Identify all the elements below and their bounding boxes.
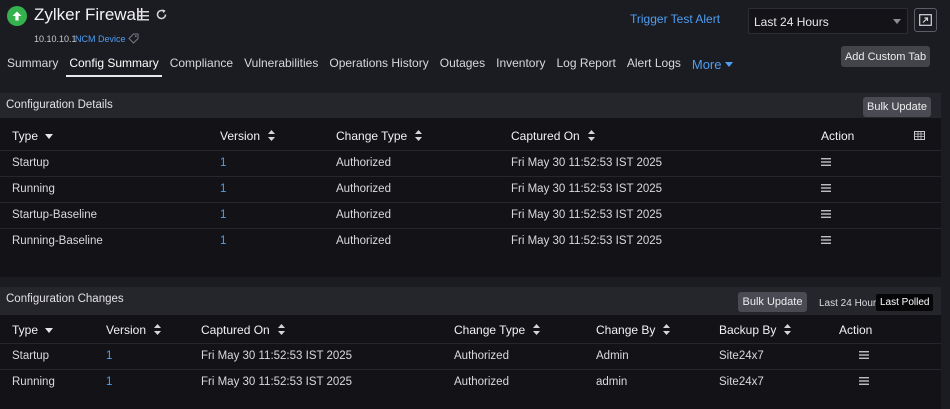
refresh-icon[interactable] — [155, 8, 168, 21]
tab-inventory[interactable]: Inventory — [489, 56, 545, 76]
col-captured-on[interactable]: Captured On — [511, 123, 821, 150]
tab-more[interactable]: More — [685, 56, 733, 76]
sort-icon — [784, 323, 792, 335]
open-external-button[interactable] — [914, 8, 937, 32]
col-version[interactable]: Version — [106, 317, 201, 343]
tab-alert-logs[interactable]: Alert Logs — [620, 56, 681, 76]
version-link[interactable]: 1 — [220, 227, 336, 254]
column-chooser[interactable] — [914, 123, 941, 150]
table-row: Running 1 Authorized Fri May 30 11:52:53… — [0, 175, 941, 202]
panel-title: Configuration Changes — [6, 293, 124, 305]
trigger-test-alert-link[interactable]: Trigger Test Alert — [630, 12, 720, 26]
sort-icon — [277, 323, 285, 335]
version-link[interactable]: 1 — [106, 368, 201, 395]
toggle-last-polled[interactable]: Last Polled — [876, 294, 934, 311]
tab-summary[interactable]: Summary — [0, 56, 58, 76]
more-label: More — [691, 57, 722, 72]
tag-icon[interactable] — [128, 33, 139, 44]
configuration-changes-table: Type Version Captured On Change Type Cha… — [0, 317, 941, 395]
configuration-details-table: Type Version Change Type Captured On Act… — [0, 123, 941, 254]
sort-icon — [268, 130, 276, 142]
toggle-last-24-hours[interactable]: Last 24 Hours — [815, 295, 885, 312]
col-change-by[interactable]: Change By — [596, 317, 719, 343]
sort-icon — [663, 323, 671, 335]
table-header-row: Type Version Change Type Captured On Act… — [0, 123, 941, 150]
tab-log-report[interactable]: Log Report — [549, 56, 615, 76]
version-link[interactable]: 1 — [220, 175, 336, 202]
time-range-value: Last 24 Hours — [754, 15, 829, 29]
col-change-type[interactable]: Change Type — [454, 317, 596, 343]
col-change-type[interactable]: Change Type — [336, 123, 511, 150]
external-window-icon — [919, 14, 932, 26]
sort-desc-icon — [45, 134, 54, 140]
row-actions-icon[interactable] — [821, 210, 831, 218]
add-custom-tab-button[interactable]: Add Custom Tab — [841, 46, 930, 67]
row-actions-icon[interactable] — [859, 377, 869, 386]
sort-icon — [533, 323, 541, 335]
time-range-select[interactable]: Last 24 Hours — [748, 8, 908, 34]
col-type[interactable]: Type — [0, 123, 220, 150]
tab-config-summary[interactable]: Config Summary — [62, 56, 163, 77]
sort-icon — [587, 130, 595, 142]
configuration-details-panel: Configuration Details Bulk Update Type V… — [0, 93, 941, 277]
status-up-icon — [7, 6, 27, 26]
sort-desc-icon — [45, 327, 54, 333]
monitor-title: Zylker Firewall — [34, 5, 144, 24]
panel-title: Configuration Details — [6, 99, 113, 111]
table-row: Startup 1 Authorized Fri May 30 11:52:53… — [0, 149, 941, 176]
row-actions-icon[interactable] — [821, 158, 831, 166]
tab-bar: Summary Config Summary Compliance Vulner… — [0, 56, 733, 80]
version-link[interactable]: 1 — [220, 201, 336, 228]
table-row: Startup-Baseline 1 Authorized Fri May 30… — [0, 201, 941, 228]
col-action: Action — [821, 129, 855, 144]
tab-outages[interactable]: Outages — [433, 56, 485, 76]
sort-icon — [154, 323, 162, 335]
row-actions-icon[interactable] — [859, 351, 869, 359]
configuration-changes-panel: Configuration Changes Bulk Update Last 2… — [0, 287, 941, 409]
ip-address: 10.10.10.1 — [34, 34, 77, 44]
device-type-link[interactable]: NCM Device — [75, 34, 126, 44]
table-columns-icon — [914, 131, 925, 141]
col-captured-on[interactable]: Captured On — [201, 317, 454, 343]
chevron-down-icon — [724, 62, 733, 67]
bulk-update-button[interactable]: Bulk Update — [738, 292, 807, 312]
table-header-row: Type Version Captured On Change Type Cha… — [0, 317, 941, 343]
col-backup-by[interactable]: Backup By — [719, 317, 839, 343]
menu-icon[interactable] — [137, 10, 149, 21]
row-actions-icon[interactable] — [821, 236, 831, 245]
version-link[interactable]: 1 — [106, 342, 201, 369]
table-row: Running-Baseline 1 Authorized Fri May 30… — [0, 227, 941, 254]
row-actions-icon[interactable] — [821, 184, 831, 192]
bulk-update-button[interactable]: Bulk Update — [863, 97, 931, 117]
chevron-down-icon — [893, 19, 901, 24]
sort-icon — [415, 130, 423, 142]
col-type[interactable]: Type — [0, 317, 106, 343]
col-version[interactable]: Version — [220, 123, 336, 150]
tab-compliance[interactable]: Compliance — [163, 56, 233, 76]
table-row: Running 1 Fri May 30 11:52:53 IST 2025 A… — [0, 368, 941, 395]
tab-vulnerabilities[interactable]: Vulnerabilities — [237, 56, 318, 76]
table-row: Startup 1 Fri May 30 11:52:53 IST 2025 A… — [0, 342, 941, 369]
tab-operations-history[interactable]: Operations History — [322, 56, 428, 76]
col-action: Action — [839, 322, 873, 337]
version-link[interactable]: 1 — [220, 149, 336, 176]
